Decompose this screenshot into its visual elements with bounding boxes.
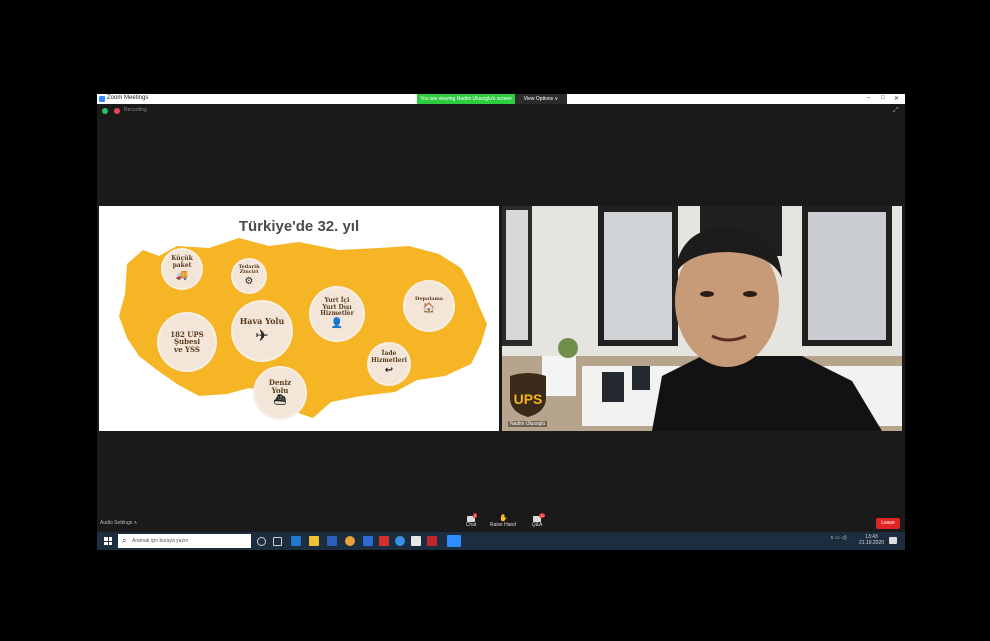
- security-shield-icon[interactable]: [102, 108, 108, 114]
- title-bar: Zoom Meetings You are viewing Nadim Ulus…: [97, 94, 905, 104]
- store-icon[interactable]: [411, 536, 421, 546]
- system-tray[interactable]: ∧ ▭ ◁): [830, 535, 847, 541]
- qa-icon: 10: [533, 513, 546, 522]
- slide-item-sea: Deniz Yolu ⛴: [255, 368, 305, 418]
- airplane-icon: ✈: [255, 325, 269, 345]
- hand-icon: ✋: [499, 515, 508, 522]
- slide-item-label: Depolama: [414, 296, 444, 303]
- slide-item-supply-chain: Tedarik Zinciri ⚙: [233, 260, 265, 292]
- participant-name: Nadim Ulusoglu: [508, 421, 548, 427]
- cortana-icon[interactable]: [257, 537, 266, 546]
- slide-item-ups-branches: 182 UPS Şubesi ve YSS: [159, 314, 215, 370]
- expand-icon[interactable]: ⤢: [893, 107, 899, 115]
- close-button[interactable]: ✕: [894, 95, 899, 102]
- slide-item-domestic-intl: Yurt İçi Yurt Dışı Hizmetler 👤: [311, 288, 363, 340]
- qa-badge: 10: [539, 513, 546, 518]
- shared-screen-slide: Türkiye'de 32. yıl Küçük paket 🚚 Tedarik…: [99, 206, 499, 431]
- qa-button[interactable]: 10 Q&A: [523, 513, 551, 528]
- slide-item-label: 182 UPS Şubesi ve YSS: [170, 329, 204, 354]
- chat-icon: 5: [467, 513, 478, 522]
- gear-icon: ⚙: [244, 276, 254, 287]
- ship-icon: ⛴: [273, 395, 287, 407]
- raise-hand-label: Raise Hand: [489, 522, 517, 528]
- recording-icon: [114, 108, 120, 114]
- screen: Zoom Meetings You are viewing Nadim Ulus…: [0, 0, 990, 641]
- clock-date: 21.10.2020: [859, 540, 885, 546]
- slide-item-warehousing: Depolama 🏠: [405, 282, 453, 330]
- taskbar-clock[interactable]: 13:43 21.10.2020: [859, 534, 884, 546]
- minimize-button[interactable]: –: [867, 95, 870, 101]
- ups-logo-text: UPS: [514, 391, 543, 407]
- chrome-icon[interactable]: [345, 536, 355, 546]
- participant-video[interactable]: UPS Nadim Ulusoglu: [502, 206, 902, 431]
- acrobat-icon[interactable]: [379, 536, 389, 546]
- view-options-button[interactable]: View Options ∨: [515, 94, 567, 104]
- chat-button[interactable]: 5 Chat: [457, 513, 485, 528]
- word-icon[interactable]: [327, 536, 337, 546]
- qa-label: Q&A: [531, 522, 543, 528]
- outlook-icon[interactable]: [363, 536, 373, 546]
- notification-icon[interactable]: [889, 537, 897, 544]
- recording-label: Recording: [124, 107, 147, 113]
- zoom-taskbar-icon[interactable]: [447, 535, 461, 547]
- app-icon[interactable]: [427, 536, 437, 546]
- zoom-window: Zoom Meetings You are viewing Nadim Ulus…: [97, 94, 905, 550]
- windows-taskbar: ⌕ Aramak için buraya yazın ∧ ▭ ◁) 13:43 …: [97, 532, 905, 550]
- edge-icon[interactable]: [291, 536, 301, 546]
- taskbar-search-box[interactable]: ⌕ Aramak için buraya yazın: [118, 534, 251, 548]
- audio-settings-button[interactable]: Audio Settings ∧: [100, 520, 137, 526]
- chat-badge: 5: [473, 513, 478, 518]
- slide-item-returns: İade Hizmetleri ↩: [369, 344, 409, 384]
- windows-start-icon[interactable]: [104, 537, 112, 545]
- slide-item-label: Hava Yolu: [239, 316, 285, 327]
- search-icon: ⌕: [122, 536, 127, 545]
- file-explorer-icon[interactable]: [309, 536, 319, 546]
- slide-item-small-package: Küçük paket 🚚: [163, 250, 201, 288]
- maximize-button[interactable]: □: [881, 95, 885, 101]
- slide-item-label: Tedarik Zinciri: [238, 263, 260, 275]
- internet-explorer-icon[interactable]: [395, 536, 405, 546]
- slide-item-label: Küçük paket: [171, 255, 193, 269]
- leave-button[interactable]: Leave: [876, 518, 900, 529]
- chat-label: Chat: [465, 522, 477, 528]
- raise-hand-button[interactable]: ✋ Raise Hand: [489, 515, 517, 528]
- video-background: [502, 206, 902, 431]
- return-icon: ↩: [384, 365, 394, 377]
- truck-icon: 🚚: [175, 270, 189, 282]
- search-placeholder: Aramak için buraya yazın: [132, 538, 189, 544]
- ups-logo: UPS: [510, 373, 546, 417]
- task-view-icon[interactable]: [273, 537, 282, 546]
- slide-item-label: Deniz Yolu: [268, 378, 292, 395]
- warehouse-icon: 🏠: [422, 303, 436, 315]
- slide-item-label: İade Hizmetleri: [371, 350, 407, 364]
- window-title: Zoom Meetings: [107, 95, 149, 101]
- screen-share-banner: You are viewing Nadim Ulusoglu's screen: [417, 94, 515, 104]
- zoom-app-icon: [99, 96, 105, 102]
- person-icon: 👤: [330, 318, 344, 330]
- slide-item-air: Hava Yolu ✈: [233, 302, 291, 360]
- slide-item-label: Yurt İçi Yurt Dışı Hizmetler: [320, 297, 354, 317]
